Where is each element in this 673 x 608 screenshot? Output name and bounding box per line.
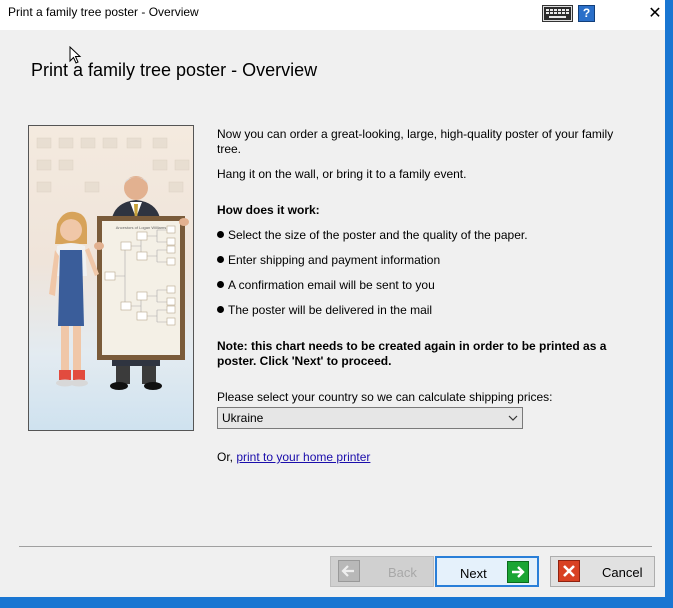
country-value: Ukraine xyxy=(222,411,264,425)
print-home-link[interactable]: print to your home printer xyxy=(236,450,370,464)
note-text: Note: this chart needs to be created aga… xyxy=(217,339,607,368)
step-text: Select the size of the poster and the qu… xyxy=(228,228,528,242)
help-icon[interactable]: ? xyxy=(578,5,595,22)
step-text: Enter shipping and payment information xyxy=(228,253,441,267)
back-label: Back xyxy=(388,565,417,580)
mouse-cursor-icon xyxy=(69,46,82,64)
poster-illustration: Ancestors of Logan Williams xyxy=(28,125,194,431)
hang-text: Hang it on the wall, or bring it to a fa… xyxy=(217,167,467,181)
title-bar: Print a family tree poster - Overview ? … xyxy=(0,0,665,30)
close-icon[interactable]: ✕ xyxy=(640,0,670,28)
keyboard-icon[interactable] xyxy=(542,5,573,22)
bullet-icon xyxy=(217,281,224,288)
step-text: The poster will be delivered in the mail xyxy=(228,303,433,317)
bullet-icon xyxy=(217,231,224,238)
back-button[interactable]: Back xyxy=(330,556,434,587)
next-button[interactable]: Next xyxy=(435,556,539,587)
bullet-icon xyxy=(217,306,224,313)
intro-text: Now you can order a great-looking, large… xyxy=(217,127,614,156)
how-heading: How does it work: xyxy=(217,203,320,217)
cancel-button[interactable]: Cancel xyxy=(550,556,655,587)
country-select[interactable]: Ukraine xyxy=(217,407,523,429)
list-item: A confirmation email will be sent to you xyxy=(217,278,435,293)
arrow-right-icon xyxy=(507,561,529,583)
close-glyph: ✕ xyxy=(648,5,662,22)
list-item: Select the size of the poster and the qu… xyxy=(217,228,528,243)
print-home-line: Or, print to your home printer xyxy=(217,450,370,465)
step-text: A confirmation email will be sent to you xyxy=(228,278,435,292)
arrow-left-icon xyxy=(338,560,360,582)
cancel-label: Cancel xyxy=(602,565,643,580)
window-border xyxy=(0,597,673,608)
window-title: Print a family tree poster - Overview xyxy=(8,5,199,19)
help-glyph: ? xyxy=(582,6,591,20)
list-item: The poster will be delivered in the mail xyxy=(217,303,432,318)
poster-caption: Ancestors of Logan Williams xyxy=(116,225,166,230)
country-label: Please select your country so we can cal… xyxy=(217,390,553,404)
x-icon xyxy=(558,560,580,582)
bullet-icon xyxy=(217,256,224,263)
divider xyxy=(19,546,652,547)
chevron-down-icon xyxy=(508,415,518,421)
or-text: Or, xyxy=(217,450,237,464)
next-label: Next xyxy=(460,566,487,581)
list-item: Enter shipping and payment information xyxy=(217,253,440,268)
dialog-window: Print a family tree poster - Overview ? … xyxy=(0,0,666,597)
